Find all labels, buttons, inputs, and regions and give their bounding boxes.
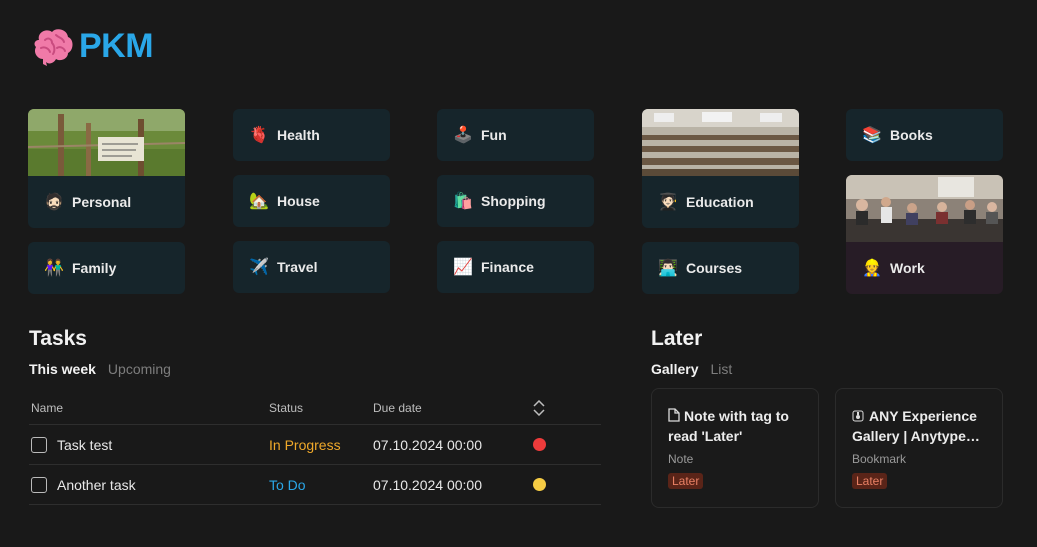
card-label-row: 👨🏻‍💻 Courses: [642, 242, 799, 294]
card-books[interactable]: 📚 Books: [846, 109, 1003, 161]
work-cover-image: [846, 175, 1003, 242]
gallery-card-bookmark[interactable]: ANY Experience Gallery | Anytype… Bookma…: [835, 388, 1003, 508]
card-label-row: 🫀 Health: [233, 109, 390, 161]
priority-dot-icon[interactable]: [532, 478, 546, 491]
card-label-row: 🧑🏻‍🎓 Education: [642, 176, 799, 228]
card-label-row: 📚 Books: [846, 109, 1003, 161]
card-label-row: 🛍️ Shopping: [437, 175, 594, 227]
card-label: Education: [686, 194, 754, 210]
table-row[interactable]: Task test In Progress 07.10.2024 00:00: [29, 425, 601, 465]
column-header-due-date[interactable]: Due date: [373, 401, 519, 415]
document-icon: [668, 408, 680, 422]
task-checkbox[interactable]: [31, 476, 47, 493]
card-courses[interactable]: 👨🏻‍💻 Courses: [642, 242, 799, 294]
task-name: Task test: [57, 436, 113, 453]
student-icon: 🧑🏻‍🎓: [658, 194, 678, 211]
gallery-card-title: ANY Experience Gallery | Anytype…: [852, 408, 980, 444]
tasks-table: Name Status Due date Task test In Progre…: [29, 392, 601, 505]
card-label-row: 🧔🏻 Personal: [28, 176, 185, 228]
education-cover-image: [642, 109, 799, 176]
later-tabs: Gallery List: [651, 361, 732, 377]
card-label-row: 👷 Work: [846, 242, 1003, 294]
card-label-row: ✈️ Travel: [233, 241, 390, 293]
card-health[interactable]: 🫀 Health: [233, 109, 390, 161]
tab-upcoming[interactable]: Upcoming: [108, 361, 171, 377]
card-finance[interactable]: 📈 Finance: [437, 241, 594, 293]
page-title: PKM: [79, 26, 154, 65]
gallery-card-title: Note with tag to read 'Later': [668, 408, 789, 444]
gallery-card-title-wrap: ANY Experience Gallery | Anytype…: [852, 406, 988, 446]
card-label-row: 👫 Family: [28, 242, 185, 294]
card-family[interactable]: 👫 Family: [28, 242, 185, 294]
column-header-name[interactable]: Name: [29, 401, 269, 415]
gallery-card-type: Bookmark: [852, 452, 907, 466]
tag-badge: Later: [852, 473, 888, 489]
tab-this-week[interactable]: This week: [29, 361, 96, 377]
chart-increasing-icon: 📈: [453, 259, 473, 276]
sort-chevrons-icon: [533, 400, 545, 416]
bookmark-favicon-icon: [852, 410, 864, 422]
man-bearded-icon: 🧔🏻: [44, 194, 64, 211]
card-label: Finance: [481, 259, 534, 275]
tasks-title: Tasks: [29, 327, 87, 350]
card-label: Health: [277, 127, 320, 143]
gallery-card-type: Note: [668, 452, 694, 466]
tab-gallery[interactable]: Gallery: [651, 361, 698, 377]
task-status[interactable]: In Progress: [269, 437, 373, 453]
books-icon: 📚: [862, 127, 882, 144]
card-label: Shopping: [481, 193, 546, 209]
task-due-date[interactable]: 07.10.2024 00:00: [373, 437, 519, 453]
card-shopping[interactable]: 🛍️ Shopping: [437, 175, 594, 227]
card-label: House: [277, 193, 320, 209]
card-fun[interactable]: 🕹️ Fun: [437, 109, 594, 161]
gallery-card-note[interactable]: Note with tag to read 'Later' Note Later: [651, 388, 819, 508]
construction-worker-icon: 👷: [862, 260, 882, 277]
card-label: Courses: [686, 260, 743, 276]
personal-cover-image: [28, 109, 185, 176]
card-label: Books: [890, 127, 933, 143]
page-header: PKM: [31, 26, 154, 66]
airplane-icon: ✈️: [249, 259, 269, 276]
technologist-icon: 👨🏻‍💻: [658, 260, 678, 277]
table-header: Name Status Due date: [29, 392, 601, 425]
card-label: Personal: [72, 194, 132, 210]
column-header-priority[interactable]: [519, 400, 559, 416]
card-label-row: 📈 Finance: [437, 241, 594, 293]
table-row[interactable]: Another task To Do 07.10.2024 00:00: [29, 465, 601, 505]
joystick-icon: 🕹️: [453, 127, 473, 144]
card-work[interactable]: 👷 Work: [846, 175, 1003, 294]
task-name: Another task: [57, 476, 136, 493]
tab-list[interactable]: List: [710, 361, 732, 377]
brain-icon: [34, 29, 73, 66]
card-personal[interactable]: 🧔🏻 Personal: [28, 109, 185, 228]
card-education[interactable]: 🧑🏻‍🎓 Education: [642, 109, 799, 228]
column-header-status[interactable]: Status: [269, 401, 373, 415]
priority-dot-icon[interactable]: [532, 438, 546, 451]
later-title: Later: [651, 327, 703, 350]
card-label: Work: [890, 260, 925, 276]
card-label-row: 🏡 House: [233, 175, 390, 227]
card-label-row: 🕹️ Fun: [437, 109, 594, 161]
task-status[interactable]: To Do: [269, 477, 373, 493]
family-icon: 👫: [44, 260, 64, 277]
card-travel[interactable]: ✈️ Travel: [233, 241, 390, 293]
task-checkbox[interactable]: [31, 436, 47, 453]
card-label: Fun: [481, 127, 507, 143]
gallery-card-title-wrap: Note with tag to read 'Later': [668, 406, 804, 446]
anatomical-heart-icon: 🫀: [249, 127, 269, 144]
task-due-date[interactable]: 07.10.2024 00:00: [373, 477, 519, 493]
tasks-tabs: This week Upcoming: [29, 361, 171, 377]
tag-badge: Later: [668, 473, 704, 489]
card-label: Travel: [277, 259, 318, 275]
house-icon: 🏡: [249, 193, 269, 210]
card-label: Family: [72, 260, 117, 276]
card-house[interactable]: 🏡 House: [233, 175, 390, 227]
shopping-bags-icon: 🛍️: [453, 193, 473, 210]
